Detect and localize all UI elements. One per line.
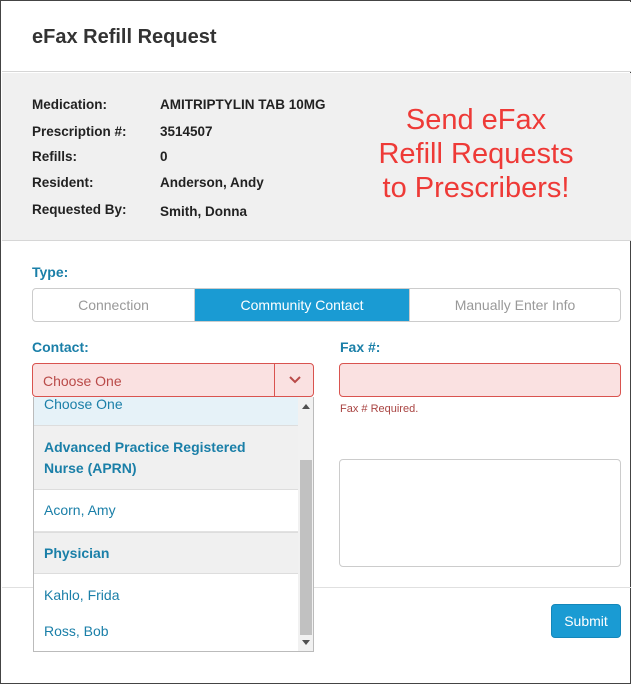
scrollbar-thumb[interactable] xyxy=(300,460,312,635)
contact-select-value: Choose One xyxy=(43,373,122,389)
fax-label: Fax #: xyxy=(340,339,381,355)
dropdown-option-kahlo-frida[interactable]: Kahlo, Frida xyxy=(34,574,298,612)
chevron-down-icon[interactable] xyxy=(283,369,307,391)
dropdown-option-choose-one[interactable]: Choose One xyxy=(34,397,298,425)
scroll-down-arrow-icon[interactable] xyxy=(302,640,310,645)
dialog-header: eFax Refill Request xyxy=(2,2,631,72)
dropdown-group-label: Physician xyxy=(44,545,110,561)
dropdown-group-label: Advanced Practice Registered Nurse (APRN… xyxy=(44,439,246,476)
dialog-title: eFax Refill Request xyxy=(32,26,217,48)
refills-value: 0 xyxy=(160,149,168,164)
medication-value: AMITRIPTYLIN TAB 10MG xyxy=(160,97,326,112)
dropdown-option-label: Ross, Bob xyxy=(44,623,109,639)
promo-line: Send eFax xyxy=(405,104,547,136)
dropdown-option-label: Choose One xyxy=(44,397,123,412)
requested-by-value: Smith, Donna xyxy=(160,204,247,219)
promo-text: Send eFax Refill Requests to Prescribers… xyxy=(356,103,596,205)
requested-by-label: Requested By: xyxy=(32,202,127,217)
contact-select[interactable]: Choose One xyxy=(32,363,314,397)
prescription-label: Prescription #: xyxy=(32,124,127,139)
contact-label: Contact: xyxy=(32,339,89,355)
refills-label: Refills: xyxy=(32,149,78,164)
type-option-community-contact[interactable]: Community Contact xyxy=(195,289,410,321)
resident-label: Resident: xyxy=(32,175,94,190)
promo-line: to Prescribers! xyxy=(382,172,570,204)
type-label: Type: xyxy=(32,264,69,280)
fax-input[interactable] xyxy=(339,363,621,397)
medication-label: Medication: xyxy=(32,97,108,112)
type-option-connection[interactable]: Connection xyxy=(33,289,195,321)
promo-line: Refill Requests xyxy=(378,138,574,170)
submit-button[interactable]: Submit xyxy=(551,604,621,638)
scroll-up-arrow-icon[interactable] xyxy=(302,404,310,409)
dropdown-scrollbar[interactable] xyxy=(298,397,313,651)
dropdown-option-acorn-amy[interactable]: Acorn, Amy xyxy=(34,490,298,532)
type-segmented-control: Connection Community Contact Manually En… xyxy=(32,288,621,322)
type-option-manually-enter-info[interactable]: Manually Enter Info xyxy=(410,289,620,321)
prescription-value: 3514507 xyxy=(160,124,213,139)
dropdown-group-physician: Physician xyxy=(34,532,298,574)
resident-value: Anderson, Andy xyxy=(160,175,264,190)
select-divider xyxy=(274,364,275,396)
efax-dialog: eFax Refill Request Medication: AMITRIPT… xyxy=(0,0,631,684)
contact-dropdown-list: Choose One Advanced Practice Registered … xyxy=(33,397,314,652)
dropdown-option-ross-bob[interactable]: Ross, Bob xyxy=(34,612,298,651)
dropdown-group-aprn: Advanced Practice Registered Nurse (APRN… xyxy=(34,425,298,490)
notes-textarea[interactable] xyxy=(339,459,621,567)
dropdown-option-label: Kahlo, Frida xyxy=(44,587,120,603)
dropdown-option-label: Acorn, Amy xyxy=(44,502,116,518)
fax-error-message: Fax # Required. xyxy=(340,403,419,415)
